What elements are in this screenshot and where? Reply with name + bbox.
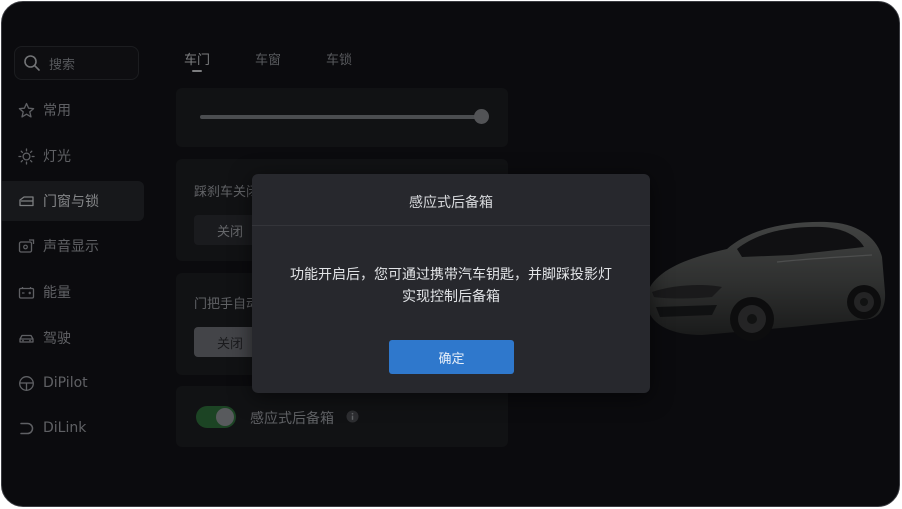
tailgate-info-dialog: 感应式后备箱 功能开启后，您可通过携带汽车钥匙，并脚踩投影灯 实现控制后备箱 确… [252, 174, 650, 393]
dialog-message: 功能开启后，您可通过携带汽车钥匙，并脚踩投影灯 实现控制后备箱 [276, 264, 626, 308]
dialog-message-line-1: 功能开启后，您可通过携带汽车钥匙，并脚踩投影灯 [290, 267, 612, 283]
dialog-title: 感应式后备箱 [409, 195, 493, 211]
settings-screen: 搜索 常用 灯光 门窗与锁 声音显示 能量 驾驶 DiPilot DiLink … [1, 1, 900, 507]
dialog-message-line-2: 实现控制后备箱 [402, 289, 500, 305]
confirm-button[interactable]: 确定 [389, 340, 514, 374]
dialog-divider [252, 225, 650, 226]
